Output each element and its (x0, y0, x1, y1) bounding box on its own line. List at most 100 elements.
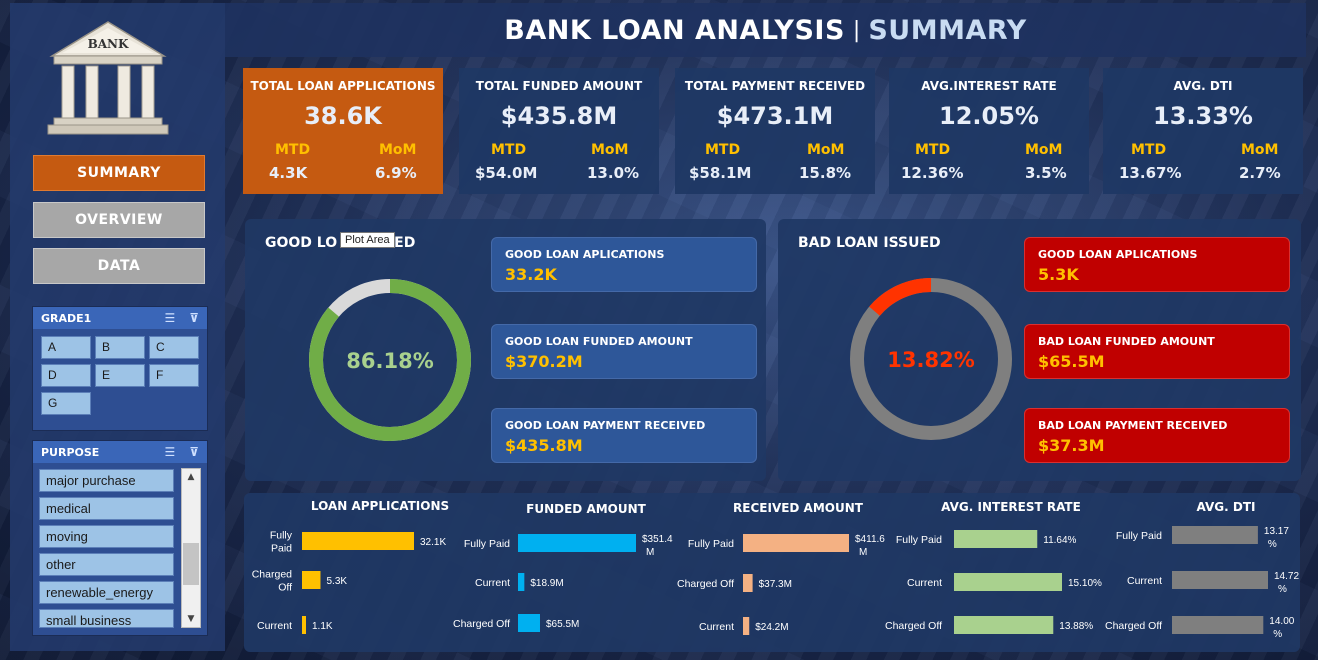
kpi-mom-label: MoM (591, 142, 629, 158)
page-title: BANK LOAN ANALYSIS (504, 14, 845, 46)
kpi-mom-value: 13.0% (587, 164, 640, 182)
bad-loan-applications-card: GOOD LOAN APLICATIONS 5.3K (1024, 237, 1290, 292)
nav-summary-button[interactable]: SUMMARY (33, 155, 205, 191)
bad-loan-panel: BAD LOAN ISSUED 13.82% GOOD LOAN APLICAT… (778, 219, 1301, 481)
kpi-mtd-value: 4.3K (269, 164, 308, 182)
bad-loan-payment-received-card: BAD LOAN PAYMENT RECEIVED $37.3M (1024, 408, 1290, 463)
scroll-thumb[interactable] (183, 543, 199, 585)
chart-bar (302, 616, 306, 634)
bad-loan-percent-label: 13.82% (887, 348, 974, 372)
chart-bar (954, 573, 1062, 591)
kpi-title: AVG. DTI (1173, 79, 1233, 93)
kpi-value: $473.1M (716, 102, 834, 130)
kpi-mom-label: MoM (379, 142, 417, 158)
kpi-card-total-funded-amount: TOTAL FUNDED AMOUNT $435.8M MTD MoM $54.… (459, 68, 659, 194)
multi-select-icon[interactable]: ☰ (164, 311, 175, 325)
chart-category-label: Current (1127, 575, 1162, 587)
grade-item-f[interactable]: F (149, 364, 199, 387)
card-value: 5.3K (1038, 265, 1079, 284)
grade-item-b[interactable]: B (95, 336, 145, 359)
chart-category-label: Current (475, 577, 510, 589)
bad-loan-donut-chart[interactable]: 13.82% (846, 274, 1016, 444)
chart-data-label: $65.5M (546, 619, 579, 630)
purpose-slicer: PURPOSE ☰ ⊽ major purchase medical movin… (32, 440, 208, 636)
clear-filter-icon[interactable]: ⊽ (189, 311, 199, 325)
kpi-card-avg-dti: AVG. DTI 13.33% MTD MoM 13.67% 2.7% (1103, 68, 1303, 194)
kpi-title: TOTAL PAYMENT RECEIVED (684, 79, 866, 93)
grade-item-d[interactable]: D (41, 364, 91, 387)
kpi-mtd-value: $58.1M (689, 164, 752, 182)
chart-data-label: $37.3M (759, 579, 792, 590)
purpose-item[interactable]: medical (39, 497, 174, 520)
chart-data-label: $24.2M (755, 622, 788, 633)
bank-logo-text: BANK (88, 37, 129, 51)
grade-item-c[interactable]: C (149, 336, 199, 359)
chart-bar (743, 534, 849, 552)
card-title: GOOD LOAN FUNDED AMOUNT (505, 335, 693, 348)
chart-category-label: Charged Off (252, 569, 292, 594)
kpi-mom-value: 2.7% (1239, 164, 1281, 182)
chart-bar (1172, 616, 1264, 634)
card-title: GOOD LOAN APLICATIONS (505, 248, 665, 261)
good-loan-percent-label: 86.18% (346, 349, 433, 373)
grade-slicer-header: GRADE1 ☰ ⊽ (33, 307, 207, 329)
grade-item-e[interactable]: E (95, 364, 145, 387)
chart-data-label: $411.6 M (855, 534, 885, 558)
chart-data-label: 5.3K (326, 576, 347, 587)
kpi-mom-value: 15.8% (799, 164, 852, 182)
chart-data-label: 14.00% (1269, 616, 1294, 640)
chart-bar (1172, 526, 1258, 544)
kpi-mtd-label: MTD (705, 142, 741, 158)
clear-filter-icon[interactable]: ⊽ (189, 445, 199, 459)
chart-category-label: Charged Off (453, 618, 510, 630)
kpi-value: 13.33% (1153, 102, 1253, 130)
kpi-title: AVG.INTEREST RATE (921, 79, 1057, 93)
chart-category-label: Charged Off (1105, 620, 1162, 632)
kpi-mom-value: 3.5% (1025, 164, 1067, 182)
chart-title: FUNDED AMOUNT (526, 502, 646, 516)
nav-data-button[interactable]: DATA (33, 248, 205, 284)
purpose-item[interactable]: other (39, 553, 174, 576)
kpi-mtd-label: MTD (491, 142, 527, 158)
chart-category-label: Fully Paid (1116, 530, 1162, 542)
kpi-mtd-label: MTD (915, 142, 951, 158)
kpi-mtd-label: MTD (1131, 142, 1167, 158)
purpose-slicer-header: PURPOSE ☰ ⊽ (33, 441, 207, 463)
card-title: BAD LOAN FUNDED AMOUNT (1038, 335, 1215, 348)
purpose-item[interactable]: major purchase (39, 469, 174, 492)
chart-category-label: Current (907, 577, 942, 589)
chart-data-label: 32.1K (420, 537, 446, 548)
grade-slicer: GRADE1 ☰ ⊽ A B C D E F G (32, 306, 208, 431)
kpi-mtd-label: MTD (275, 142, 311, 158)
chart-bar (954, 530, 1038, 548)
card-title: BAD LOAN PAYMENT RECEIVED (1038, 419, 1228, 432)
dashboard-title-bar: BANK LOAN ANALYSIS | SUMMARY (225, 3, 1306, 57)
bad-loan-funded-amount-card: BAD LOAN FUNDED AMOUNT $65.5M (1024, 324, 1290, 379)
card-title: GOOD LOAN APLICATIONS (1038, 248, 1198, 261)
grade-item-a[interactable]: A (41, 336, 91, 359)
scroll-down-icon[interactable]: ▼ (182, 611, 200, 627)
plot-area-tooltip: Plot Area (340, 232, 395, 248)
purpose-item[interactable]: renewable_energy (39, 581, 174, 604)
scroll-up-icon[interactable]: ▲ (182, 469, 200, 485)
purpose-scrollbar[interactable]: ▲ ▼ (181, 468, 201, 628)
kpi-value: $435.8M (500, 102, 618, 130)
purpose-item[interactable]: moving (39, 525, 174, 548)
nav-overview-button[interactable]: OVERVIEW (33, 202, 205, 238)
kpi-card-avg-interest-rate: AVG.INTEREST RATE 12.05% MTD MoM 12.36% … (889, 68, 1089, 194)
card-value: $65.5M (1038, 352, 1105, 371)
grade-item-g[interactable]: G (41, 392, 91, 415)
multi-select-icon[interactable]: ☰ (164, 445, 175, 459)
chart-category-label: Charged Off (885, 620, 942, 632)
kpi-mtd-value: $54.0M (475, 164, 538, 182)
card-value: $370.2M (505, 352, 583, 371)
good-loan-title-left: GOOD LO (265, 235, 338, 251)
chart-data-label: 13.17% (1264, 526, 1289, 550)
kpi-mtd-value: 13.67% (1119, 164, 1182, 182)
loan-status-bar-charts: LOAN APPLICATIONS Fully Paid 32.1K Charged Of… (252, 499, 1300, 640)
kpi-mtd-value: 12.36% (901, 164, 964, 182)
purpose-item[interactable]: small business (39, 609, 174, 628)
kpi-card-total-payment-received: TOTAL PAYMENT RECEIVED $473.1M MTD MoM $… (675, 68, 875, 194)
purpose-slicer-title: PURPOSE (41, 445, 100, 459)
good-loan-donut-chart[interactable]: 86.18% (305, 275, 475, 445)
